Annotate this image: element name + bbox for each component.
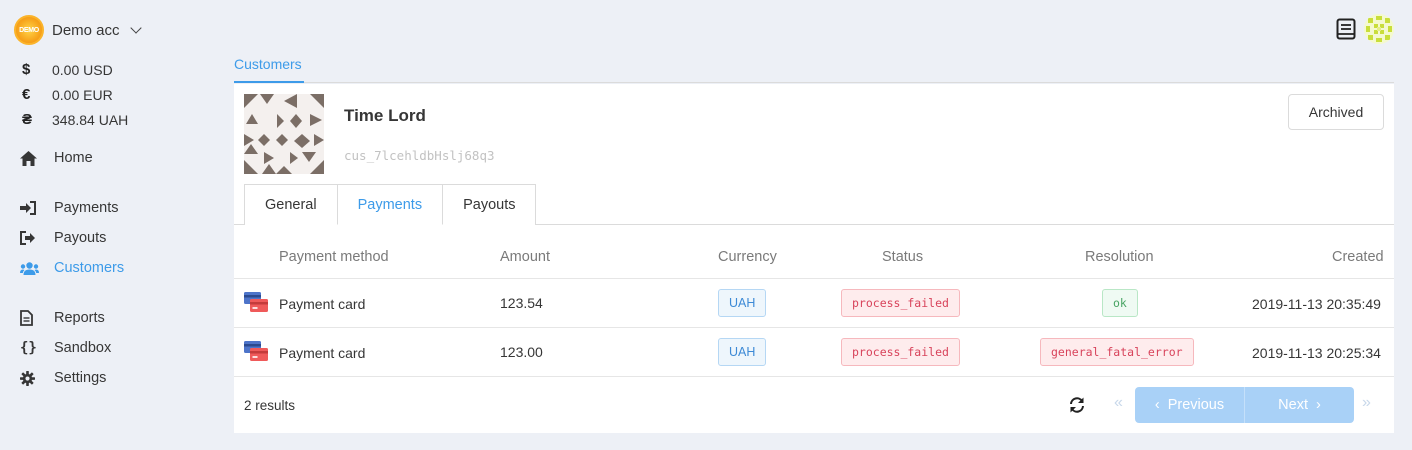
column-header-status[interactable]: Status: [882, 249, 923, 265]
column-header-resolution[interactable]: Resolution: [1085, 249, 1154, 265]
payment-card-icon: [244, 291, 268, 313]
tab-general[interactable]: General: [244, 184, 338, 225]
sign-in-icon: [20, 201, 54, 215]
sidebar-item-settings[interactable]: Settings: [20, 370, 106, 386]
user-avatar[interactable]: [1364, 14, 1394, 44]
sidebar-item-label: Reports: [54, 310, 105, 326]
sidebar-item-label: Sandbox: [54, 340, 112, 356]
balance-uah: ₴ 348.84 UAH: [22, 111, 128, 128]
balance-amount: 0.00 EUR: [52, 86, 113, 103]
created-date: 2019-11-13 20:35:49: [1252, 296, 1381, 312]
status-badge: process_failed: [841, 338, 960, 366]
sidebar-item-sandbox[interactable]: {} Sandbox: [20, 340, 111, 356]
column-header-payment-method[interactable]: Payment method: [279, 249, 389, 265]
sidebar-item-label: Settings: [54, 370, 107, 386]
dollar-icon: $: [22, 61, 31, 78]
code-braces-icon: {}: [20, 340, 37, 356]
sidebar-item-payouts[interactable]: Payouts: [20, 230, 106, 246]
balance-amount: 0.00 USD: [52, 61, 113, 78]
sidebar-item-label: Payouts: [54, 230, 107, 246]
created-date: 2019-11-13 20:25:34: [1252, 345, 1381, 361]
previous-label: Previous: [1167, 397, 1225, 413]
table-divider: [234, 278, 1394, 279]
account-switcher[interactable]: DEMO Demo acc: [14, 15, 142, 45]
balance-amount: 348.84 UAH: [52, 111, 129, 128]
amount: 123.54: [500, 295, 543, 311]
customer-tabs: General Payments Payouts: [244, 184, 537, 225]
refresh-icon[interactable]: [1068, 396, 1086, 414]
table-row-divider: [234, 376, 1394, 377]
breadcrumb-divider: [234, 82, 1394, 83]
results-count: 2 results: [244, 398, 296, 413]
currency-badge: UAH: [718, 289, 767, 317]
previous-button[interactable]: ‹ Previous: [1135, 387, 1244, 423]
payment-method: Payment card: [279, 296, 366, 312]
amount: 123.00: [500, 344, 543, 360]
sidebar-item-home[interactable]: Home: [20, 150, 93, 166]
sidebar-item-label: Customers: [54, 260, 125, 276]
payment-method: Payment card: [279, 345, 366, 361]
next-label: Next: [1278, 397, 1308, 413]
column-header-amount[interactable]: Amount: [500, 249, 550, 265]
chevron-down-icon: [129, 22, 142, 34]
chevron-left-icon: ‹: [1154, 397, 1160, 413]
sidebar-item-label: Payments: [54, 200, 119, 216]
customer-avatar: [244, 94, 324, 174]
account-name: Demo acc: [52, 21, 120, 39]
first-page-icon[interactable]: «: [1114, 394, 1123, 412]
table-row-divider: [234, 327, 1394, 328]
breadcrumb-customers[interactable]: Customers: [234, 56, 302, 72]
demo-logo: DEMO: [14, 15, 44, 45]
sidebar-item-label: Home: [54, 150, 93, 166]
customer-id: cus_7lcehldbHslj68q3: [344, 148, 495, 163]
sidebar: DEMO Demo acc $ 0.00 USD € 0.00 EUR ₴ 34…: [0, 0, 220, 450]
resolution-badge: ok: [1102, 289, 1138, 317]
file-icon: [20, 310, 54, 326]
customer-card: Time Lord cus_7lcehldbHslj68q3 Archived …: [234, 84, 1394, 433]
pagination: ‹ Previous Next ›: [1135, 387, 1354, 423]
sidebar-item-customers[interactable]: Customers: [20, 260, 124, 276]
home-icon: [20, 150, 54, 166]
sidebar-item-payments[interactable]: Payments: [20, 200, 118, 216]
next-button[interactable]: Next ›: [1245, 387, 1354, 423]
status-badge: process_failed: [841, 289, 960, 317]
archived-button[interactable]: Archived: [1288, 94, 1384, 130]
tab-payments[interactable]: Payments: [336, 184, 444, 225]
customer-name: Time Lord: [344, 106, 426, 125]
hryvnia-icon: ₴: [22, 111, 33, 128]
sidebar-item-reports[interactable]: Reports: [20, 310, 105, 326]
last-page-icon[interactable]: »: [1362, 394, 1371, 412]
column-header-created[interactable]: Created: [1332, 249, 1384, 265]
tab-payouts[interactable]: Payouts: [442, 184, 537, 225]
sign-out-icon: [20, 231, 54, 245]
resolution-badge: general_fatal_error: [1040, 338, 1194, 366]
balance-eur: € 0.00 EUR: [22, 86, 113, 103]
euro-icon: €: [22, 86, 31, 103]
book-icon[interactable]: [1336, 18, 1356, 40]
balance-usd: $ 0.00 USD: [22, 61, 113, 78]
column-header-currency[interactable]: Currency: [718, 249, 777, 265]
payment-card-icon: [244, 340, 268, 362]
currency-badge: UAH: [718, 338, 767, 366]
gear-icon: [20, 370, 54, 386]
users-icon: [20, 261, 54, 275]
chevron-right-icon: ›: [1315, 397, 1321, 413]
breadcrumb-active-indicator: [234, 81, 304, 83]
